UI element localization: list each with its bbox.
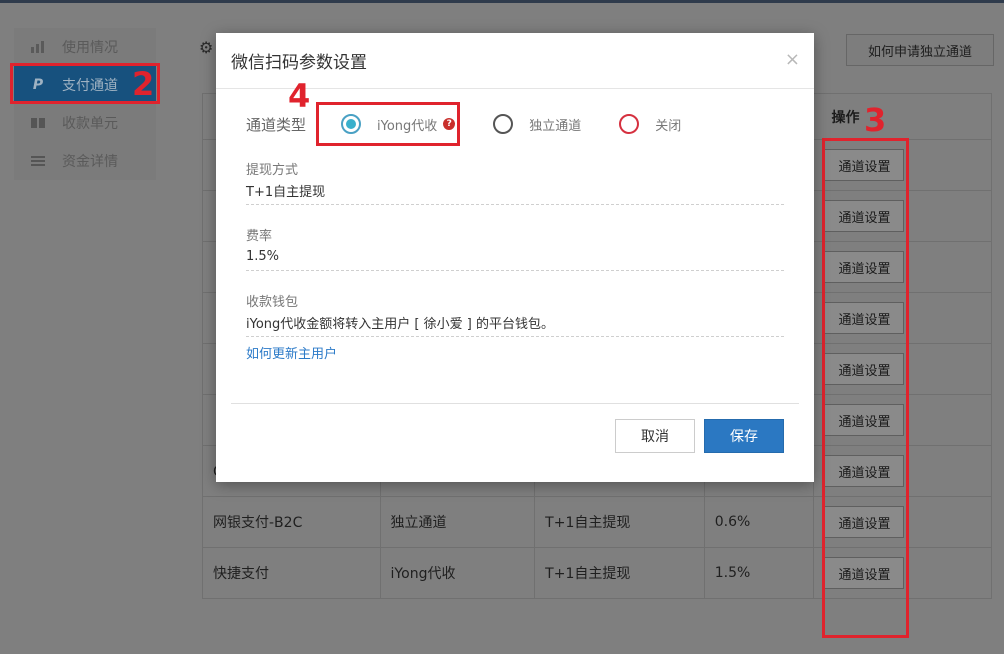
radio-icon [619, 114, 640, 134]
channel-name: 快捷支付 [203, 548, 381, 598]
radio-icon [493, 114, 514, 134]
radio-label: 独立通道 [529, 118, 582, 134]
list-icon [14, 155, 62, 167]
radio-label: 关闭 [655, 118, 682, 134]
withdraw-label: 提现方式 [246, 163, 299, 178]
wallet-field: 收款钱包 iYong代收金额将转入主用户 [ 徐小爱 ] 的平台钱包。 如何更新… [246, 291, 784, 362]
rate-label: 费率 [246, 229, 273, 244]
annotation-box-4 [316, 102, 460, 146]
book-icon [14, 116, 62, 130]
update-main-user-link[interactable]: 如何更新主用户 [246, 343, 784, 362]
operation-header: 操作 [831, 109, 860, 126]
annotation-number-3: 3 [864, 101, 887, 139]
close-icon[interactable]: × [785, 49, 800, 70]
wallet-value: iYong代收金额将转入主用户 [ 徐小爱 ] 的平台钱包。 [246, 309, 784, 337]
rate-field: 费率 1.5% [246, 225, 784, 271]
channel-type: iYong代收 [381, 548, 536, 598]
radio-independent-channel[interactable]: 独立通道 [493, 114, 581, 134]
annotation-number-2: 2 [132, 65, 155, 103]
top-bar [0, 0, 1004, 3]
sidebar-item-usage[interactable]: 使用情况 [14, 28, 156, 66]
sidebar-item-fund-details[interactable]: 资金详情 [14, 142, 156, 180]
rate: 1.5% [705, 548, 815, 598]
dialog-divider [231, 403, 799, 404]
withdraw-method: T+1自主提现 [535, 497, 705, 547]
radio-close[interactable]: 关闭 [619, 114, 681, 134]
sidebar-item-collection-unit[interactable]: 收款单元 [14, 104, 156, 142]
save-button[interactable]: 保存 [704, 419, 784, 453]
annotation-box-3 [822, 138, 909, 638]
channel-name: 网银支付-B2C [203, 497, 381, 547]
rate-value: 1.5% [246, 243, 784, 271]
withdraw-value: T+1自主提现 [246, 177, 784, 205]
withdraw-method: T+1自主提现 [535, 548, 705, 598]
gear-icon: ⚙ [199, 38, 214, 57]
cancel-button[interactable]: 取消 [615, 419, 695, 453]
wallet-label: 收款钱包 [246, 295, 299, 310]
annotation-number-4: 4 [288, 77, 311, 115]
withdraw-field: 提现方式 T+1自主提现 [246, 159, 784, 205]
channel-type: 独立通道 [381, 497, 536, 547]
sidebar: 使用情况 P 支付通道 收款单元 资金详情 [14, 28, 156, 180]
rate: 0.6% [705, 497, 815, 547]
dialog-title: 微信扫码参数设置 [231, 53, 367, 73]
sidebar-item-label: 资金详情 [62, 154, 118, 170]
sidebar-item-label: 使用情况 [62, 40, 118, 56]
sidebar-item-label: 收款单元 [62, 116, 118, 132]
apply-independent-channel-button[interactable]: 如何申请独立通道 [846, 34, 994, 66]
bar-chart-icon [14, 40, 62, 54]
